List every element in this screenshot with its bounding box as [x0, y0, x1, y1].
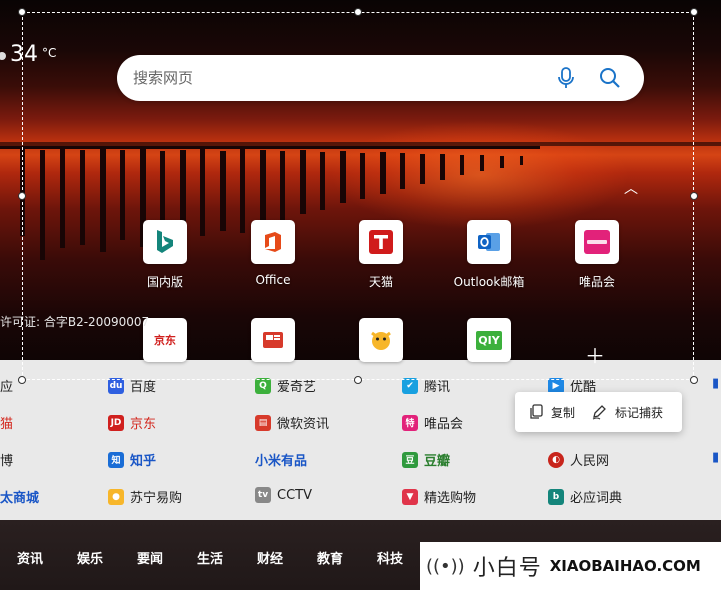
nav-item[interactable]: 科技: [360, 548, 420, 574]
add-shortcut-icon[interactable]: ＋: [585, 340, 605, 369]
suning-icon: [359, 318, 403, 362]
link-jd[interactable]: JD 京东: [108, 413, 156, 432]
watermark-badge: ((•)) 小白号 XIAOBAIHAO.COM: [420, 542, 721, 590]
search-input[interactable]: [133, 69, 533, 87]
link-item[interactable]: 猫: [0, 413, 13, 432]
resize-handle[interactable]: [18, 8, 26, 16]
resize-handle[interactable]: [18, 192, 26, 200]
resize-handle[interactable]: [354, 8, 362, 16]
shortcut-bing[interactable]: 国内版: [120, 220, 210, 290]
jd-icon: JD: [108, 414, 124, 431]
msn-icon: ▤: [255, 414, 271, 431]
cctv-icon: tv: [255, 487, 271, 503]
resize-handle[interactable]: [690, 8, 698, 16]
mark-capture-button[interactable]: 标记捕获: [591, 404, 663, 421]
resize-handle[interactable]: [354, 376, 362, 384]
nav-item[interactable]: 资讯: [0, 548, 60, 574]
people-icon: ◐: [548, 451, 564, 468]
shortcut-office[interactable]: Office: [228, 220, 318, 287]
link-people[interactable]: ◐ 人民网: [548, 450, 609, 469]
link-zhihu[interactable]: 知 知乎: [108, 450, 156, 469]
douban-icon: 豆: [402, 451, 418, 468]
capture-menu: 复制 标记捕获: [515, 392, 682, 432]
temperature: 34: [10, 42, 38, 67]
temperature-unit: °C: [42, 46, 57, 60]
shortcut-iqiyi[interactable]: QIY: [444, 318, 534, 362]
shortcut-tmall[interactable]: 天猫: [336, 220, 426, 290]
link-douban[interactable]: 豆 豆瓣: [402, 450, 450, 469]
shortcut-msn[interactable]: [228, 318, 318, 362]
office-icon: [251, 220, 295, 264]
tencent-icon: ✔: [402, 377, 418, 394]
msn-icon: [251, 318, 295, 362]
link-item[interactable]: 应: [0, 376, 13, 395]
link-bing-dict[interactable]: b 必应词典: [548, 487, 622, 506]
zhihu-icon: 知: [108, 451, 124, 468]
bing-icon: [143, 220, 187, 264]
link-suning[interactable]: ● 苏宁易购: [108, 487, 182, 506]
broadcast-icon: ((•)): [426, 555, 465, 577]
vip-icon: [575, 220, 619, 264]
link-shopping[interactable]: ▼ 精选购物: [402, 487, 476, 506]
search-icon[interactable]: [598, 66, 622, 94]
iqiyi-icon: Q: [255, 377, 271, 394]
shopping-bag-icon: ▼: [402, 488, 418, 505]
background-image: [0, 0, 721, 360]
cropped-link-icon: ▮: [712, 376, 720, 391]
resize-handle[interactable]: [18, 376, 26, 384]
nav-item[interactable]: 要闻: [120, 548, 180, 574]
tmall-icon: [359, 220, 403, 264]
nav-item[interactable]: 教育: [300, 548, 360, 574]
bing-icon: b: [548, 488, 564, 505]
weather-widget[interactable]: 34 °C: [0, 42, 56, 67]
resize-handle[interactable]: [690, 376, 698, 384]
link-baidu[interactable]: du 百度: [108, 376, 156, 395]
vip-icon: 特: [402, 414, 418, 431]
jd-icon: 京东: [143, 318, 187, 362]
cropped-link-icon: ▮: [712, 450, 720, 465]
resize-handle[interactable]: [690, 192, 698, 200]
suning-icon: ●: [108, 488, 124, 505]
nav-item[interactable]: 生活: [180, 548, 240, 574]
link-iqiyi[interactable]: Q 爱奇艺: [255, 376, 316, 395]
baidu-icon: du: [108, 377, 124, 394]
shortcut-vip[interactable]: 唯品会: [552, 220, 642, 290]
link-vip[interactable]: 特 唯品会: [402, 413, 463, 432]
link-cctv[interactable]: tv CCTV: [255, 487, 312, 503]
outlook-icon: [467, 220, 511, 264]
iqiyi-icon: QIY: [467, 318, 511, 362]
microphone-icon[interactable]: [556, 66, 576, 94]
nav-item[interactable]: 财经: [240, 548, 300, 574]
link-msn[interactable]: ▤ 微软资讯: [255, 413, 329, 432]
link-item[interactable]: 博: [0, 450, 13, 469]
weather-icon: [0, 52, 6, 60]
pen-icon: [592, 405, 606, 420]
link-item[interactable]: 太商城: [0, 487, 39, 506]
search-bar[interactable]: [117, 55, 644, 101]
link-tencent[interactable]: ✔ 腾讯: [402, 376, 450, 395]
license-text: 许可证: 合字B2-20090007: [0, 315, 150, 329]
link-youpin[interactable]: 小米有品: [255, 450, 307, 469]
shortcut-outlook[interactable]: Outlook邮箱: [444, 220, 534, 290]
nav-item[interactable]: 娱乐: [60, 548, 120, 574]
shortcut-suning[interactable]: [336, 318, 426, 362]
copy-icon: [530, 404, 543, 419]
copy-button[interactable]: 复制: [529, 404, 575, 421]
chevron-up-icon[interactable]: ︿: [624, 178, 638, 198]
news-nav: 资讯 娱乐 要闻 生活 财经 教育 科技: [0, 548, 420, 574]
